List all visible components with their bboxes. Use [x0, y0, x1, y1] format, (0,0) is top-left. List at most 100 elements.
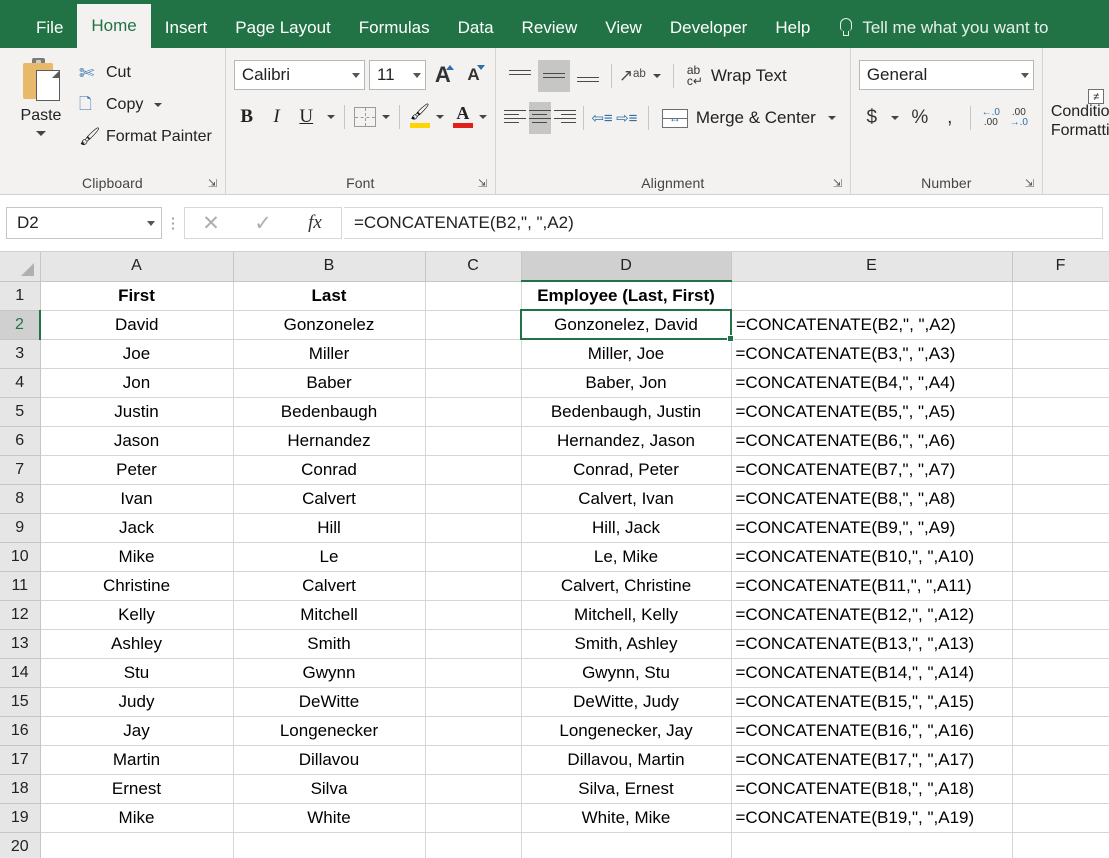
cell-A15[interactable]: Judy	[39, 686, 234, 717]
cell-D7[interactable]: Conrad, Peter	[520, 454, 732, 485]
cell-B7[interactable]: Conrad	[232, 454, 426, 485]
cell-C18[interactable]	[424, 773, 522, 804]
row-header-16[interactable]: 16	[0, 715, 41, 746]
tab-help[interactable]: Help	[761, 8, 824, 48]
align-left-button[interactable]	[504, 102, 527, 134]
cell-A6[interactable]: Jason	[39, 425, 234, 456]
cell-F4[interactable]	[1011, 367, 1109, 398]
cell-E10[interactable]: =CONCATENATE(B10,", ",A10)	[730, 541, 1013, 572]
cell-F14[interactable]	[1011, 657, 1109, 688]
cell-B11[interactable]: Calvert	[232, 570, 426, 601]
cell-F12[interactable]	[1011, 599, 1109, 630]
cell-D6[interactable]: Hernandez, Jason	[520, 425, 732, 456]
row-header-14[interactable]: 14	[0, 657, 41, 688]
cell-F9[interactable]	[1011, 512, 1109, 543]
cell-D12[interactable]: Mitchell, Kelly	[520, 599, 732, 630]
cell-F11[interactable]	[1011, 570, 1109, 601]
row-header-8[interactable]: 8	[0, 483, 41, 514]
borders-dropdown-arrow-icon[interactable]	[381, 115, 390, 119]
cell-A5[interactable]: Justin	[39, 396, 234, 427]
cell-A13[interactable]: Ashley	[39, 628, 234, 659]
cell-F17[interactable]	[1011, 744, 1109, 775]
cell-F16[interactable]	[1011, 715, 1109, 746]
cancel-formula-button[interactable]: ✕	[185, 208, 237, 238]
cell-A8[interactable]: Ivan	[39, 483, 234, 514]
cell-B14[interactable]: Gwynn	[232, 657, 426, 688]
cell-D8[interactable]: Calvert, Ivan	[520, 483, 732, 514]
wrap-text-button[interactable]: ab c↵ Wrap Text	[681, 59, 793, 93]
font-dialog-launcher[interactable]: ⇲	[478, 178, 490, 190]
decrease-font-size-button[interactable]: A	[460, 60, 487, 90]
select-all-corner[interactable]	[0, 252, 41, 282]
row-header-12[interactable]: 12	[0, 599, 41, 630]
cell-A16[interactable]: Jay	[39, 715, 234, 746]
cell-D20[interactable]	[520, 831, 732, 858]
cell-C15[interactable]	[424, 686, 522, 717]
row-header-6[interactable]: 6	[0, 425, 41, 456]
comma-format-button[interactable]: ,	[937, 103, 963, 133]
currency-dropdown-arrow-icon[interactable]	[890, 116, 899, 120]
cell-C11[interactable]	[424, 570, 522, 601]
row-header-9[interactable]: 9	[0, 512, 41, 543]
cell-E2[interactable]: =CONCATENATE(B2,", ",A2)	[730, 309, 1013, 340]
cell-C13[interactable]	[424, 628, 522, 659]
cell-C16[interactable]	[424, 715, 522, 746]
cell-F8[interactable]	[1011, 483, 1109, 514]
formula-bar-handle[interactable]: ⋮	[162, 214, 184, 232]
cell-A1[interactable]: First	[39, 280, 234, 311]
column-header-f[interactable]: F	[1011, 252, 1109, 282]
underline-button[interactable]: U	[293, 102, 319, 133]
cell-D10[interactable]: Le, Mike	[520, 541, 732, 572]
cell-C8[interactable]	[424, 483, 522, 514]
cell-B20[interactable]	[232, 831, 426, 858]
clipboard-dialog-launcher[interactable]: ⇲	[208, 178, 220, 190]
cell-D14[interactable]: Gwynn, Stu	[520, 657, 732, 688]
cell-B10[interactable]: Le	[232, 541, 426, 572]
cell-A7[interactable]: Peter	[39, 454, 234, 485]
row-header-1[interactable]: 1	[0, 280, 41, 311]
cell-E7[interactable]: =CONCATENATE(B7,", ",A7)	[730, 454, 1013, 485]
tab-page-layout[interactable]: Page Layout	[221, 8, 344, 48]
fill-color-button[interactable]: 🖌	[409, 104, 444, 130]
cell-A11[interactable]: Christine	[39, 570, 234, 601]
fill-color-dropdown-arrow-icon[interactable]	[435, 115, 444, 119]
cell-A17[interactable]: Martin	[39, 744, 234, 775]
align-bottom-button[interactable]	[572, 60, 604, 92]
tab-developer[interactable]: Developer	[656, 8, 762, 48]
cell-B3[interactable]: Miller	[232, 338, 426, 369]
cell-B15[interactable]: DeWitte	[232, 686, 426, 717]
increase-font-size-button[interactable]: A	[430, 60, 457, 90]
name-box[interactable]: D2	[6, 207, 162, 239]
cell-A4[interactable]: Jon	[39, 367, 234, 398]
row-header-11[interactable]: 11	[0, 570, 41, 601]
cell-D15[interactable]: DeWitte, Judy	[520, 686, 732, 717]
cell-A3[interactable]: Joe	[39, 338, 234, 369]
cell-C14[interactable]	[424, 657, 522, 688]
cell-B9[interactable]: Hill	[232, 512, 426, 543]
orientation-button[interactable]: ↗ᵃᵇ	[619, 66, 661, 86]
cell-A20[interactable]	[39, 831, 234, 858]
paste-dropdown-arrow-icon[interactable]	[36, 131, 46, 136]
cell-E19[interactable]: =CONCATENATE(B19,", ",A19)	[730, 802, 1013, 833]
cell-D11[interactable]: Calvert, Christine	[520, 570, 732, 601]
cell-C6[interactable]	[424, 425, 522, 456]
format-painter-button[interactable]: 🖌 Format Painter	[74, 122, 217, 152]
row-header-19[interactable]: 19	[0, 802, 41, 833]
tab-insert[interactable]: Insert	[151, 8, 222, 48]
orientation-dropdown-arrow-icon[interactable]	[652, 74, 661, 78]
percent-format-button[interactable]: %	[907, 103, 933, 133]
cell-D1[interactable]: Employee (Last, First)	[520, 280, 732, 311]
decrease-indent-button[interactable]: ⇦≡	[591, 102, 614, 134]
conditional-formatting-button[interactable]: ≠ Conditio Formatti	[1051, 58, 1109, 166]
cell-C7[interactable]	[424, 454, 522, 485]
cell-F3[interactable]	[1011, 338, 1109, 369]
cell-A19[interactable]: Mike	[39, 802, 234, 833]
cell-B6[interactable]: Hernandez	[232, 425, 426, 456]
cell-F7[interactable]	[1011, 454, 1109, 485]
cell-C3[interactable]	[424, 338, 522, 369]
cell-B2[interactable]: Gonzonelez	[232, 309, 426, 340]
cell-D9[interactable]: Hill, Jack	[520, 512, 732, 543]
row-header-4[interactable]: 4	[0, 367, 41, 398]
cell-A9[interactable]: Jack	[39, 512, 234, 543]
cell-B16[interactable]: Longenecker	[232, 715, 426, 746]
